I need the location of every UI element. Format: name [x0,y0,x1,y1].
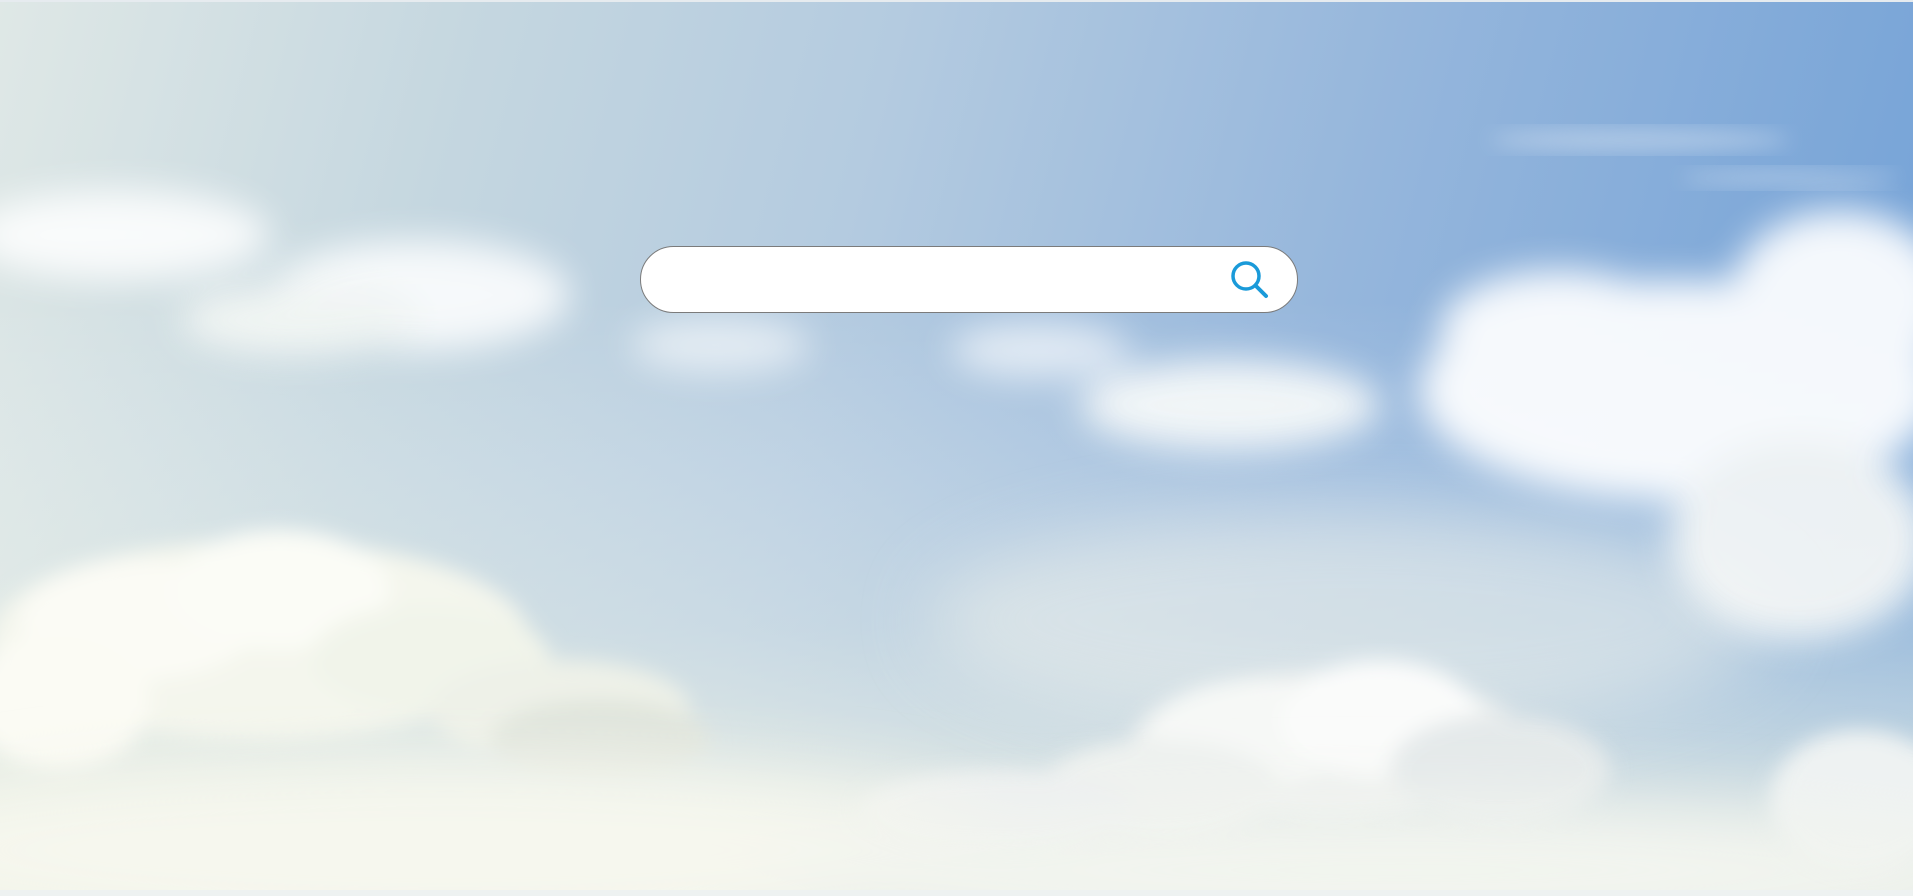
sky-cloud-wallpaper [0,130,1913,896]
search-input[interactable] [641,247,1215,312]
search-bar [640,246,1298,313]
new-tab-page [0,0,1913,896]
search-icon [1231,260,1268,298]
search-button[interactable] [1215,247,1285,312]
window-bottom-edge [0,890,1913,896]
